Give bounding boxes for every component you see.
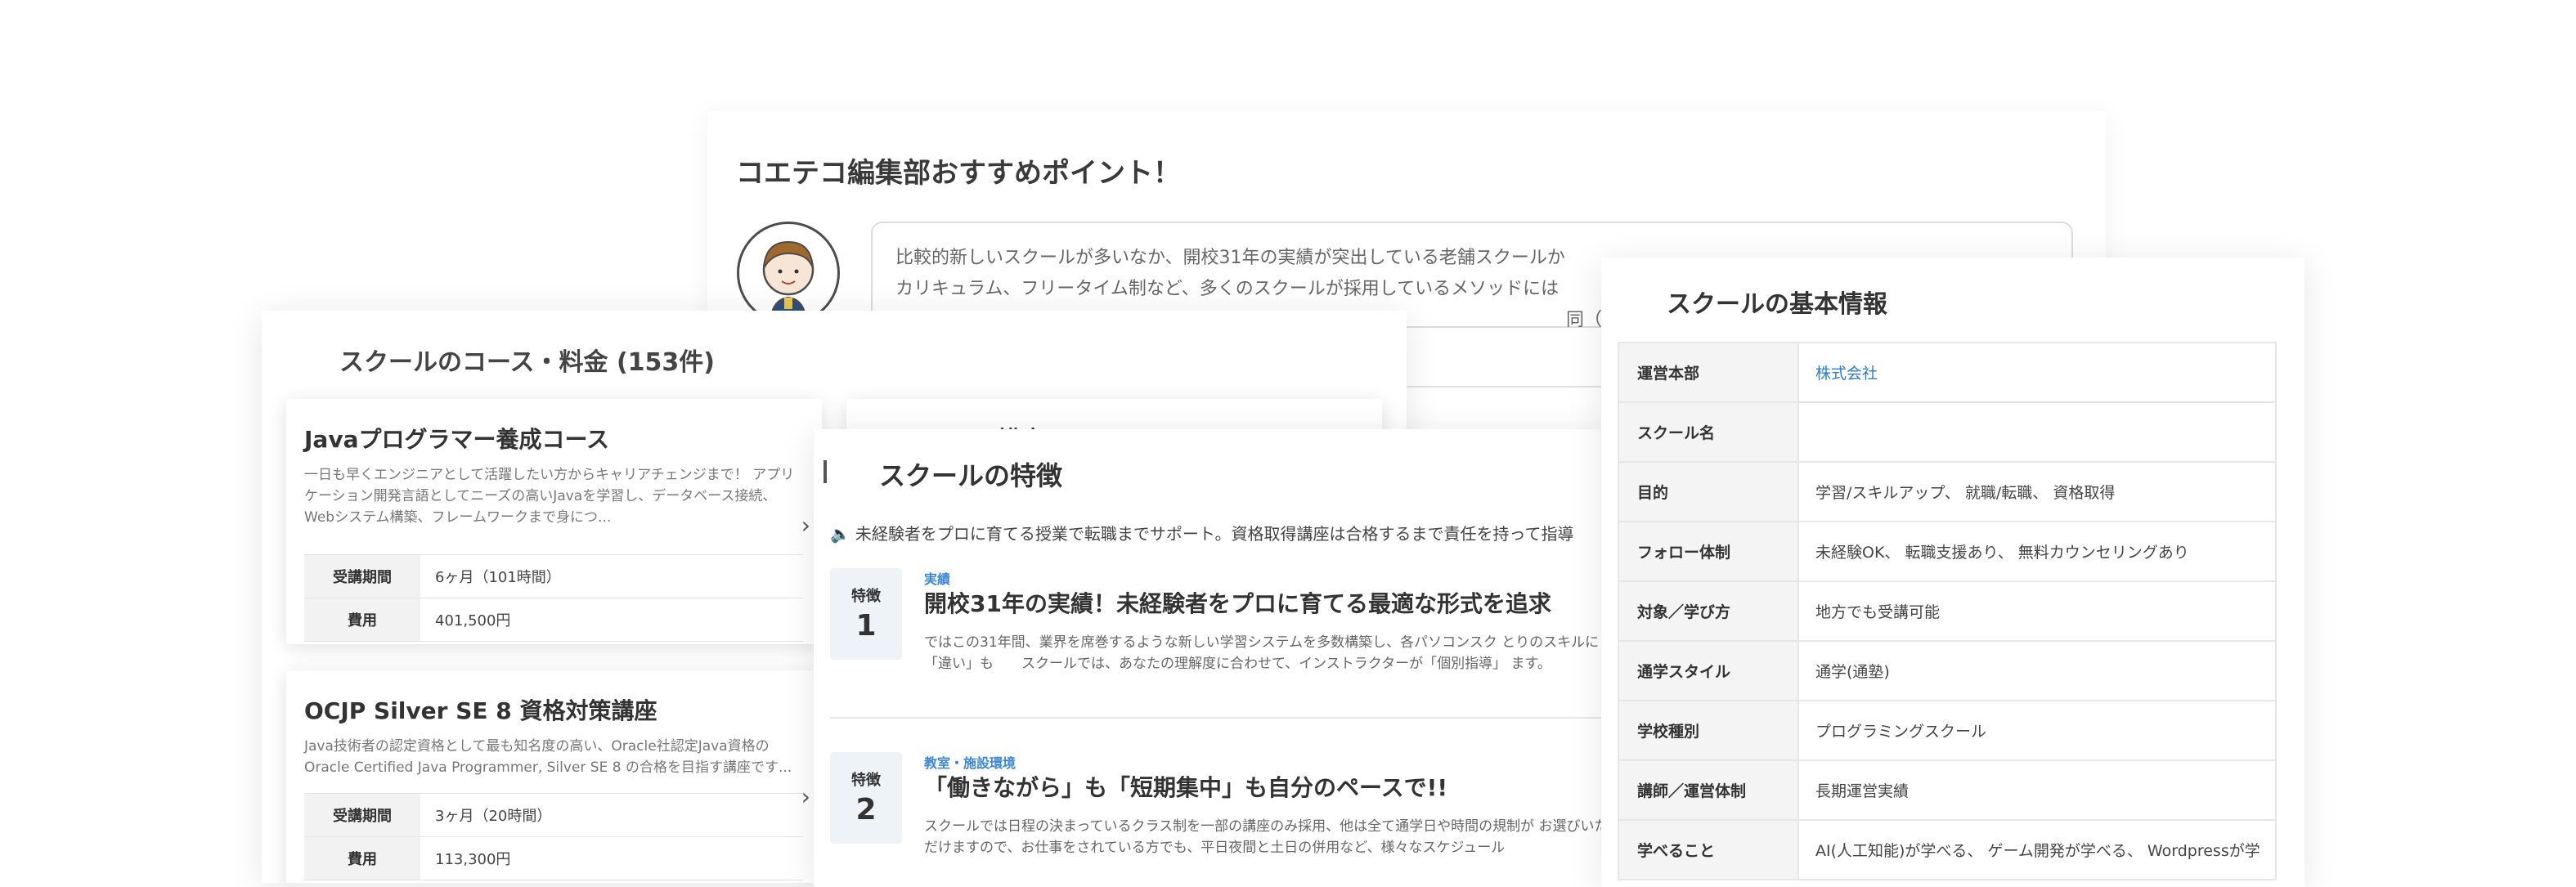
feature-body: ではこの31年間、業界を席巻するような新しい学習システムを多数構築し、各パソコン… [924, 634, 1600, 672]
table-row: 学校種別 プログラミングスクール [1618, 700, 2277, 761]
period-value: 6ヶ月（101時間） [420, 554, 803, 598]
fee-label: 費用 [304, 836, 420, 880]
fee-label: 費用 [304, 598, 420, 642]
row-key: 学校種別 [1618, 700, 1799, 761]
row-value: AI(人工知能)が学べる、 ゲーム開発が学べる、 Wordpressが学 [1797, 819, 2277, 880]
row-value: プログラミングスクール [1797, 700, 2277, 761]
row-key: 運営本部 [1618, 342, 1799, 403]
feature-tag: 実績 [924, 571, 951, 587]
features-title: スクールの特徴 [879, 460, 1063, 491]
course-name: Javaプログラマー養成コース [304, 426, 610, 453]
features-panel: スクールの特徴 🔈 未経験者をプロに育てる授業で転職までサポート。資格取得講座は合… [814, 429, 1619, 887]
row-key: スクール名 [1618, 401, 1799, 463]
operator-link[interactable]: 株式会社 [1797, 342, 2277, 403]
row-key: 目的 [1618, 461, 1799, 522]
feature-badge: 特徴 2 [830, 752, 902, 844]
feature-title: 開校31年の実績！未経験者をプロに育てる最適な形式を追求 [924, 590, 1551, 617]
speaker-icon: 🔈 [830, 524, 850, 544]
courses-title: スクールのコース・料金 (153件) [339, 348, 715, 377]
feature-body: スクールでは日程の決まっているクラス制を一部の講座のみ採用、他は全て通学日や時間… [924, 818, 1609, 856]
row-key: 学べること [1618, 819, 1799, 880]
row-key: フォロー体制 [1618, 521, 1799, 582]
row-value: 長期運営実績 [1797, 759, 2277, 821]
table-row: 学べること AI(人工知能)が学べる、 ゲーム開発が学べる、 Wordpressが… [1618, 819, 2277, 880]
table-row: 通学スタイル 通学(通塾) [1618, 640, 2277, 701]
feature-badge-label: 特徴 [851, 772, 881, 789]
row-value: 通学(通塾) [1797, 640, 2277, 701]
feature-badge-num: 2 [855, 793, 877, 827]
period-value: 3ヶ月（20時間） [420, 793, 803, 837]
basic-info-table: 運営本部 株式会社 スクール名 目的 学習/スキルアップ、 就職/転職、 資格取得 … [1618, 342, 2277, 880]
basic-info-panel: スクールの基本情報 運営本部 株式会社 スクール名 目的 学習/スキルアップ、 就職… [1601, 258, 2304, 887]
row-value: 未経験OK、 転職支援あり、 無料カウンセリングあり [1797, 521, 2277, 582]
divider [830, 717, 1615, 719]
course-name: OCJP Silver SE 8 資格対策講座 [304, 697, 657, 724]
course-card[interactable]: Javaプログラマー養成コース 一日も早くエンジニアとして活躍したい方からキャリ… [286, 399, 822, 644]
feature-title: 「働きながら」も「短期集中」も自分のペースで!! [924, 774, 1448, 801]
feature-tag: 教室・施設環境 [924, 755, 1016, 771]
basic-title: スクールの基本情報 [1667, 290, 1887, 319]
period-label: 受講期間 [304, 793, 420, 837]
table-row: フォロー体制 未経験OK、 転職支援あり、 無料カウンセリングあり [1618, 521, 2277, 582]
course-desc: Java技術者の認定資格として最も知名度の高い、Oracle社認定Java資格の… [304, 738, 792, 776]
table-row: 講師／運営体制 長期運営実績 [1618, 759, 2277, 821]
recommend-title: コエテコ編集部おすすめポイント！ [736, 157, 1181, 190]
course-desc: 一日も早くエンジニアとして活躍したい方からキャリアチェンジまで！ アプリケーショ… [304, 467, 795, 526]
features-lead: 🔈 未経験者をプロに育てる授業で転職までサポート。資格取得講座は合格するまで責任を… [830, 521, 1574, 544]
row-key: 対象／学び方 [1618, 580, 1799, 642]
row-key: 通学スタイル [1618, 640, 1799, 701]
table-row: 対象／学び方 地方でも受講可能 [1618, 580, 2277, 642]
row-value: 地方でも受講可能 [1797, 580, 2277, 642]
table-row: 目的 学習/スキルアップ、 就職/転職、 資格取得 [1618, 461, 2277, 522]
period-label: 受講期間 [304, 554, 420, 598]
table-row: スクール名 [1618, 401, 2277, 463]
row-value [1797, 401, 2277, 463]
course-table: 受講期間 6ヶ月（101時間） 費用 401,500円 [304, 554, 803, 642]
feature-badge-label: 特徴 [851, 588, 881, 605]
features-lead-text: 未経験者をプロに育てる授業で転職までサポート。資格取得講座は合格するまで責任を持… [855, 524, 1574, 544]
course-table: 受講期間 3ヶ月（20時間） 費用 113,300円 [304, 793, 803, 880]
feature-badge: 特徴 1 [830, 568, 902, 660]
course-card[interactable]: OCJP Silver SE 8 資格対策講座 Java技術者の認定資格として最… [286, 670, 822, 883]
row-key: 講師／運営体制 [1618, 759, 1799, 821]
chevron-right-icon[interactable]: › [801, 512, 810, 539]
fee-value: 401,500円 [420, 598, 803, 642]
staff-avatar-icon [737, 222, 840, 325]
table-row: 運営本部 株式会社 [1618, 342, 2277, 403]
row-value: 学習/スキルアップ、 就職/転職、 資格取得 [1797, 461, 2277, 522]
feature-badge-num: 1 [855, 609, 877, 643]
section-bar [824, 460, 827, 483]
fee-value: 113,300円 [420, 836, 803, 880]
